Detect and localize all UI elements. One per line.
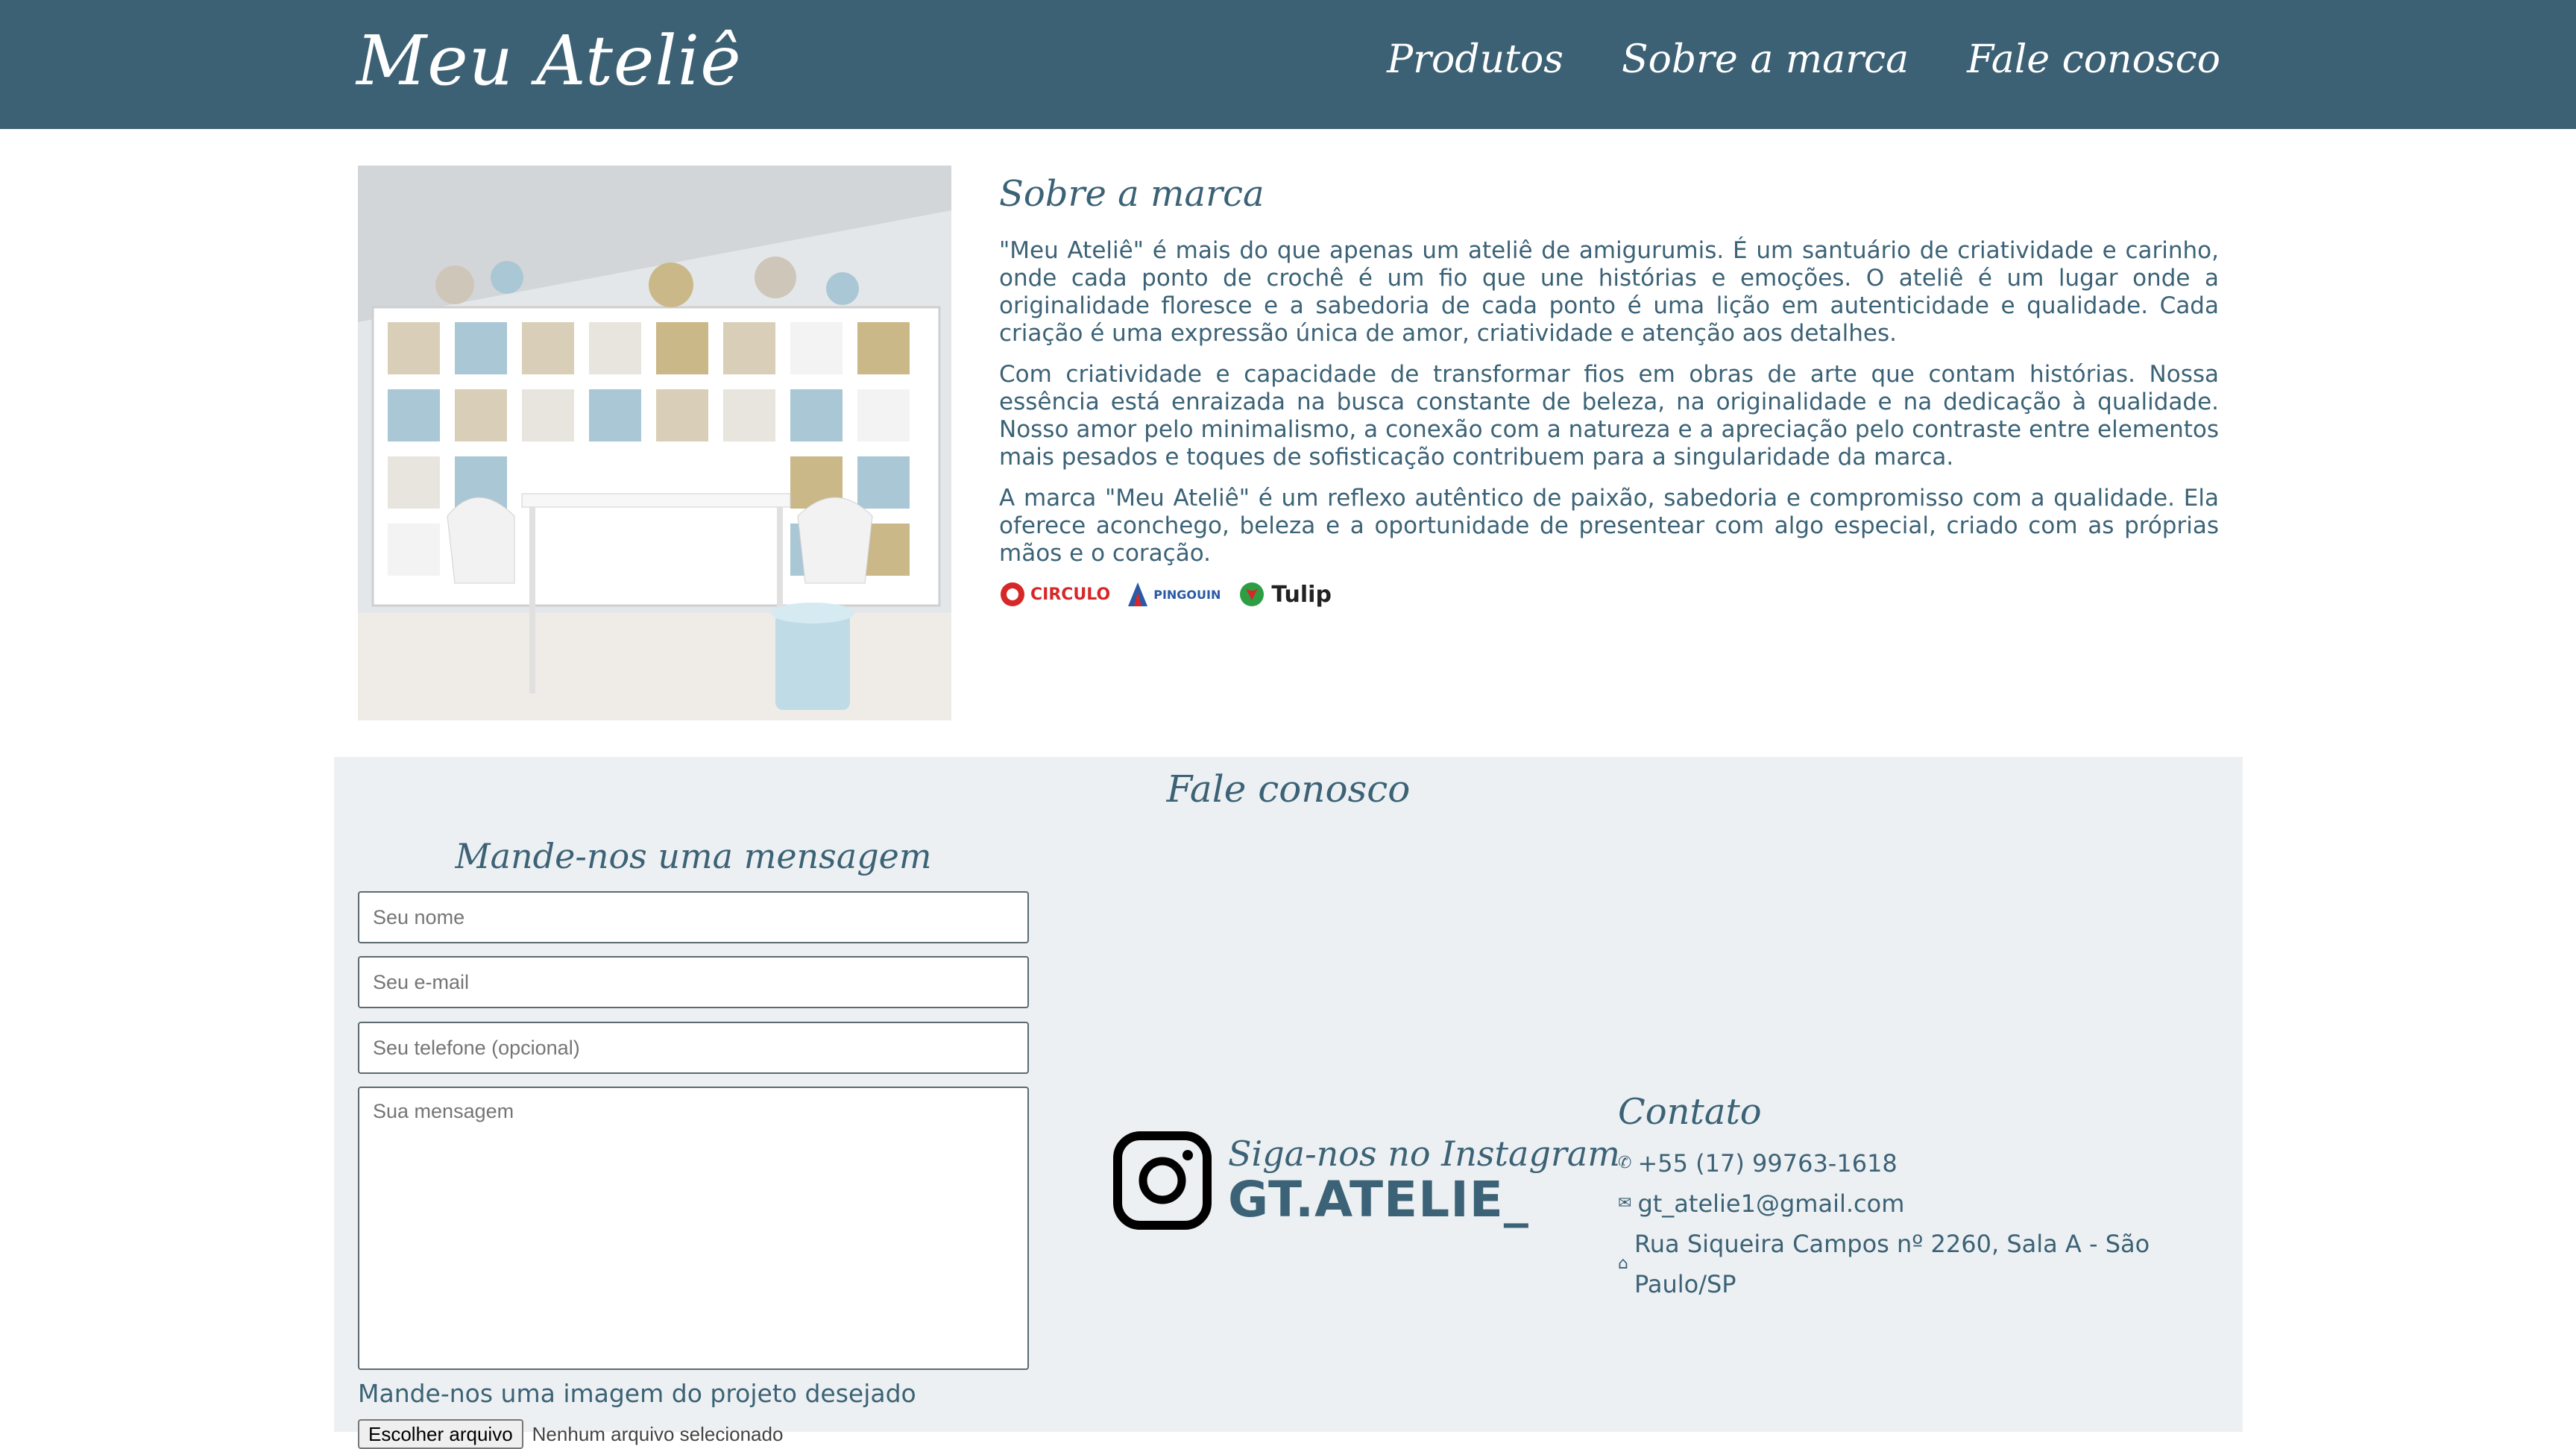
about-section: Sobre a marca "Meu Ateliê" é mais do que… xyxy=(999,164,2219,608)
contact-email-text: gt_atelie1@gmail.com xyxy=(1637,1189,1905,1218)
instagram-handle[interactable]: GT.ATELIE_ xyxy=(1228,1171,1620,1228)
circulo-logo: CIRCULO xyxy=(999,581,1110,608)
instagram-texts: Siga-nos no Instagram GT.ATELIE_ xyxy=(1228,1134,1620,1228)
pingouin-logo: PINGOUIN xyxy=(1127,581,1221,608)
contact-address: ⌂ Rua Siqueira Campos nº 2260, Sala A - … xyxy=(1618,1224,2229,1304)
contact-info: Contato ✆ +55 (17) 99763-1618 ✉ gt_ateli… xyxy=(1618,1091,2229,1304)
home-icon: ⌂ xyxy=(1618,1254,1628,1273)
circulo-icon xyxy=(1001,582,1024,606)
instagram-follow-text: Siga-nos no Instagram xyxy=(1228,1133,1620,1174)
nav-sobre-a-marca[interactable]: Sobre a marca xyxy=(1622,37,1909,82)
contact-info-title: Contato xyxy=(1618,1091,1762,1133)
instagram-icon xyxy=(1113,1131,1212,1230)
tulip-text: Tulip xyxy=(1271,581,1332,608)
upload-label: Mande-nos uma imagem do projeto desejado xyxy=(358,1379,916,1408)
phone-icon: ✆ xyxy=(1618,1154,1632,1172)
contact-email: ✉ gt_atelie1@gmail.com xyxy=(1618,1184,2229,1224)
atelier-photo xyxy=(358,166,951,720)
about-title: Sobre a marca xyxy=(999,173,1265,215)
main-nav: Produtos Sobre a marca Fale conosco xyxy=(1387,37,2220,82)
about-paragraph-3: A marca "Meu Ateliê" é um reflexo autênt… xyxy=(999,485,2219,567)
contact-phone-text: +55 (17) 99763-1618 xyxy=(1637,1149,1898,1178)
file-upload: Escolher arquivo Nenhum arquivo selecion… xyxy=(358,1419,783,1449)
partner-brands: CIRCULO PINGOUIN Tulip xyxy=(999,581,2219,608)
form-title: Mande-nos uma mensagem xyxy=(455,836,932,876)
message-textarea[interactable] xyxy=(358,1087,1029,1370)
circulo-text: CIRCULO xyxy=(1030,585,1111,604)
nav-fale-conosco[interactable]: Fale conosco xyxy=(1967,37,2220,82)
contact-title: Fale conosco xyxy=(1166,767,1411,811)
envelope-icon: ✉ xyxy=(1618,1194,1632,1213)
instagram-link[interactable]: Siga-nos no Instagram GT.ATELIE_ xyxy=(1113,1131,1620,1230)
phone-input[interactable] xyxy=(358,1022,1029,1074)
tulip-icon xyxy=(1240,582,1265,606)
about-paragraph-1: "Meu Ateliê" é mais do que apenas um ate… xyxy=(999,237,2219,347)
email-input[interactable] xyxy=(358,956,1029,1008)
name-input[interactable] xyxy=(358,891,1029,943)
pingouin-icon xyxy=(1128,582,1148,606)
about-paragraph-2: Com criatividade e capacidade de transfo… xyxy=(999,361,2219,471)
contact-phone: ✆ +55 (17) 99763-1618 xyxy=(1618,1143,2229,1184)
pingouin-text: PINGOUIN xyxy=(1153,587,1221,602)
nav-produtos[interactable]: Produtos xyxy=(1387,37,1563,82)
choose-file-button[interactable]: Escolher arquivo xyxy=(358,1419,523,1449)
brand-logo[interactable]: Meu Ateliê xyxy=(356,21,742,101)
file-status: Nenhum arquivo selecionado xyxy=(532,1422,784,1445)
top-navbar: Meu Ateliê Produtos Sobre a marca Fale c… xyxy=(0,0,2576,129)
contact-address-text: Rua Siqueira Campos nº 2260, Sala A - Sã… xyxy=(1634,1230,2150,1298)
contact-section: Fale conosco Mande-nos uma mensagem Mand… xyxy=(334,757,2243,1449)
tulip-logo: Tulip xyxy=(1237,581,1332,608)
